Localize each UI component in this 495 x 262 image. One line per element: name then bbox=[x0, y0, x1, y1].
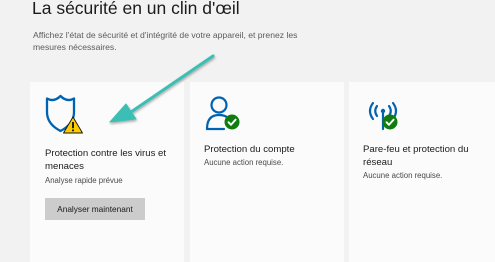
page-subtitle: Affichez l'état de sécurité et d'intégri… bbox=[33, 30, 298, 52]
page-title: La sécurité en un clin d'œil bbox=[32, 0, 240, 18]
virus-protection-status: Analyse rapide prévue bbox=[45, 176, 123, 185]
person-check-icon bbox=[204, 94, 244, 134]
firewall-protection-card[interactable]: Pare-feu et protection du réseau Aucune … bbox=[349, 82, 495, 262]
account-protection-card[interactable]: Protection du compte Aucune action requi… bbox=[190, 82, 344, 262]
account-protection-title: Protection du compte bbox=[204, 144, 295, 155]
firewall-protection-status: Aucune action requise. bbox=[363, 171, 443, 180]
firewall-protection-title: Pare-feu et protection du réseau bbox=[363, 144, 469, 168]
virus-protection-card[interactable]: Protection contre les virus et menaces A… bbox=[30, 82, 184, 262]
account-protection-status: Aucune action requise. bbox=[204, 158, 284, 167]
scan-now-button[interactable]: Analyser maintenant bbox=[45, 198, 145, 220]
virus-protection-title: Protection contre les virus et menaces bbox=[45, 148, 167, 172]
shield-warning-icon bbox=[43, 94, 83, 134]
wireless-check-icon bbox=[363, 94, 403, 134]
